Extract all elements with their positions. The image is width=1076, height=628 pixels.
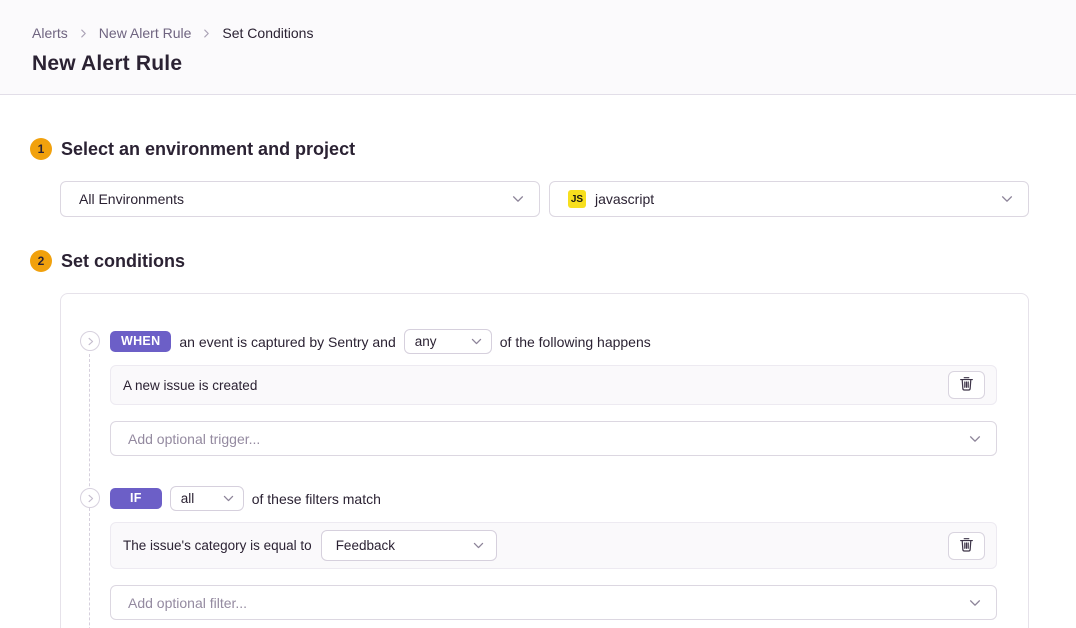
chevron-down-icon	[511, 192, 525, 206]
chevron-down-icon	[1000, 192, 1014, 206]
environment-select[interactable]: All Environments	[60, 181, 540, 217]
step1-heading: 1 Select an environment and project	[30, 138, 1029, 160]
breadcrumb-new-alert-rule[interactable]: New Alert Rule	[99, 25, 192, 41]
when-match-value: any	[415, 334, 437, 349]
add-trigger-placeholder: Add optional trigger...	[128, 431, 260, 447]
breadcrumb-set-conditions: Set Conditions	[222, 25, 313, 41]
delete-filter-button[interactable]	[948, 532, 985, 560]
when-badge: WHEN	[110, 331, 171, 352]
filter-value: Feedback	[336, 538, 395, 553]
if-match-value: all	[181, 491, 195, 506]
when-text-after: of the following happens	[500, 334, 651, 350]
when-condition-group: WHEN an event is captured by Sentry and …	[110, 329, 997, 456]
if-match-select[interactable]: all	[170, 486, 244, 511]
breadcrumb: Alerts New Alert Rule Set Conditions	[32, 25, 1044, 41]
conditions-card: WHEN an event is captured by Sentry and …	[60, 293, 1029, 628]
filter-row: The issue's category is equal to Feedbac…	[110, 522, 997, 569]
javascript-platform-icon: JS	[568, 190, 586, 208]
environment-select-value: All Environments	[79, 191, 511, 207]
step2-title: Set conditions	[61, 251, 185, 272]
if-header: IF all of these filters match	[110, 486, 997, 511]
page-title: New Alert Rule	[32, 52, 1044, 76]
page-header: Alerts New Alert Rule Set Conditions New…	[0, 0, 1076, 95]
project-select[interactable]: JS javascript	[549, 181, 1029, 217]
environment-project-row: All Environments JS javascript	[60, 181, 1029, 217]
collapse-chevron-icon[interactable]	[80, 488, 100, 508]
main-content: 1 Select an environment and project All …	[0, 95, 1076, 628]
add-optional-filter-select[interactable]: Add optional filter...	[110, 585, 997, 620]
step1-title: Select an environment and project	[61, 139, 355, 160]
project-select-value: javascript	[595, 191, 1000, 207]
filter-value-select[interactable]: Feedback	[321, 530, 497, 561]
chevron-down-icon	[470, 335, 483, 348]
chevron-down-icon	[222, 492, 235, 505]
trigger-row-label: A new issue is created	[123, 378, 257, 393]
chevron-down-icon	[968, 596, 982, 610]
step1-number-badge: 1	[30, 138, 52, 160]
trigger-row: A new issue is created	[110, 365, 997, 405]
chevron-right-icon	[201, 28, 212, 39]
when-text-before: an event is captured by Sentry and	[179, 334, 395, 350]
chevron-right-icon	[78, 28, 89, 39]
breadcrumb-alerts[interactable]: Alerts	[32, 25, 68, 41]
step2-number-badge: 2	[30, 250, 52, 272]
if-badge: IF	[110, 488, 162, 509]
when-header: WHEN an event is captured by Sentry and …	[110, 329, 997, 354]
chevron-down-icon	[472, 539, 485, 552]
when-match-select[interactable]: any	[404, 329, 492, 354]
chevron-down-icon	[968, 432, 982, 446]
trash-icon	[959, 537, 974, 555]
delete-trigger-button[interactable]	[948, 371, 985, 399]
filter-row-label: The issue's category is equal to	[123, 538, 312, 553]
add-optional-trigger-select[interactable]: Add optional trigger...	[110, 421, 997, 456]
collapse-chevron-icon[interactable]	[80, 331, 100, 351]
trash-icon	[959, 376, 974, 394]
if-text-after: of these filters match	[252, 491, 381, 507]
add-filter-placeholder: Add optional filter...	[128, 595, 247, 611]
if-condition-group: IF all of these filters match The issue'…	[110, 486, 997, 620]
step2-heading: 2 Set conditions	[30, 250, 1029, 272]
